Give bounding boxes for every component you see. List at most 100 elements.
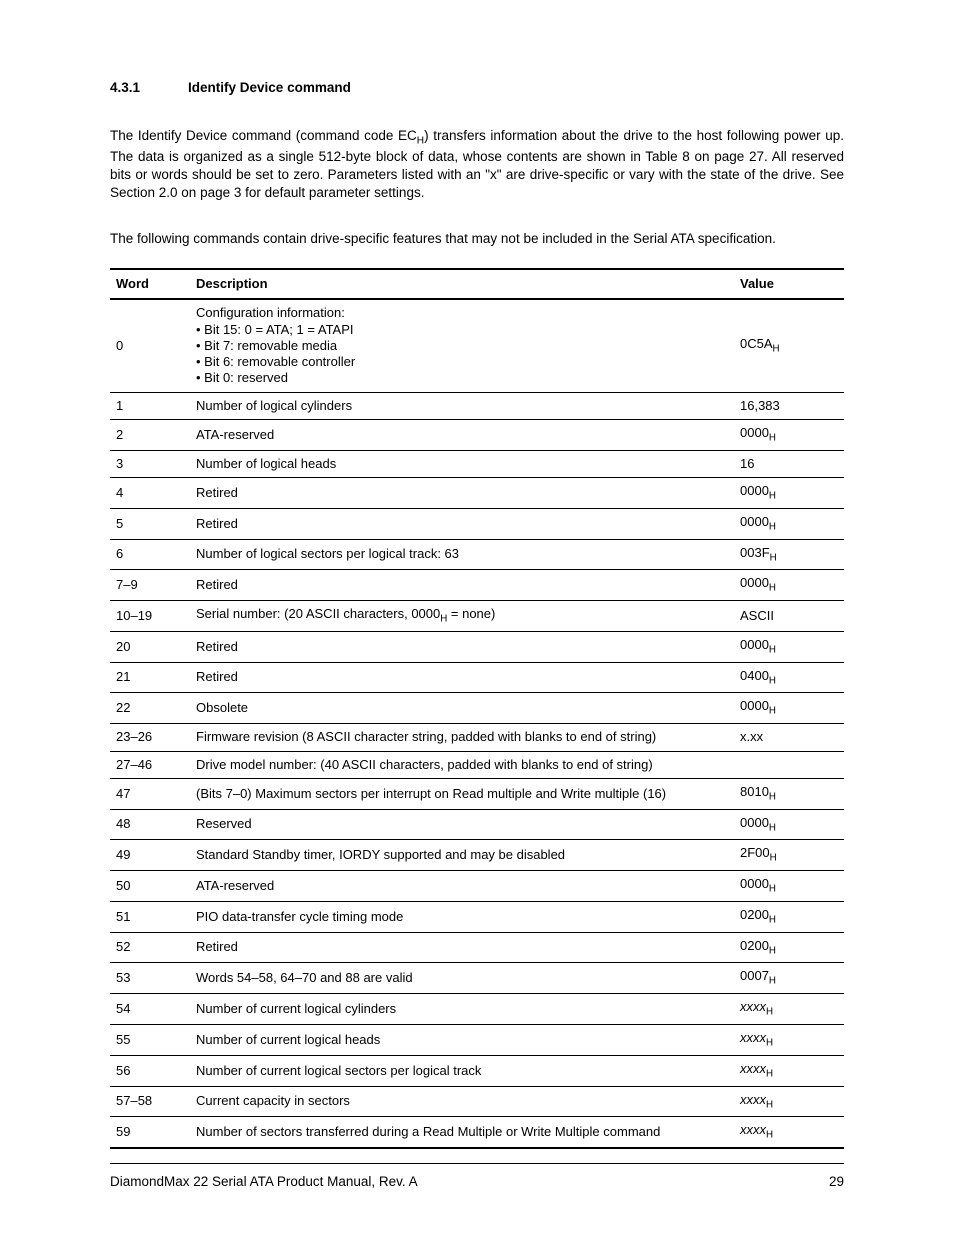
cell-value: 16,383 — [734, 392, 844, 419]
col-desc: Description — [190, 269, 734, 299]
cell-word: 54 — [110, 994, 190, 1025]
cell-value: 0000H — [734, 871, 844, 902]
cell-value: xxxxH — [734, 994, 844, 1025]
cell-value: xxxxH — [734, 1086, 844, 1117]
section-number: 4.3.1 — [110, 80, 140, 95]
cell-word: 59 — [110, 1117, 190, 1148]
page: 4.3.1 Identify Device command The Identi… — [0, 0, 954, 1235]
cell-value: xxxxH — [734, 1117, 844, 1148]
table-row: 22Obsolete0000H — [110, 693, 844, 724]
table-header-row: Word Description Value — [110, 269, 844, 299]
cell-description: Number of sectors transferred during a R… — [190, 1117, 734, 1148]
table-row: 6Number of logical sectors per logical t… — [110, 539, 844, 570]
cell-word: 5 — [110, 508, 190, 539]
cell-value: 0000H — [734, 570, 844, 601]
cell-value: 0000H — [734, 419, 844, 450]
cell-value: 0000H — [734, 478, 844, 509]
table-row: 5Retired0000H — [110, 508, 844, 539]
cell-word: 50 — [110, 871, 190, 902]
table-row: 48Reserved0000H — [110, 809, 844, 840]
table-row: 54Number of current logical cylindersxxx… — [110, 994, 844, 1025]
section-title: Identify Device command — [188, 80, 351, 95]
cell-description: Retired — [190, 631, 734, 662]
cell-description: Configuration information: • Bit 15: 0 =… — [190, 299, 734, 392]
cell-value: 0400H — [734, 662, 844, 693]
cell-value: 0000H — [734, 631, 844, 662]
cell-description: Number of logical heads — [190, 450, 734, 477]
cell-word: 48 — [110, 809, 190, 840]
cell-description: Serial number: (20 ASCII characters, 000… — [190, 601, 734, 632]
cell-value: 003FH — [734, 539, 844, 570]
table-row: 27–46Drive model number: (40 ASCII chara… — [110, 751, 844, 778]
cell-word: 52 — [110, 932, 190, 963]
cell-description: Reserved — [190, 809, 734, 840]
cell-word: 57–58 — [110, 1086, 190, 1117]
cell-description: ATA-reserved — [190, 419, 734, 450]
table-row: 56Number of current logical sectors per … — [110, 1055, 844, 1086]
cell-value: x.xx — [734, 724, 844, 751]
cell-word: 23–26 — [110, 724, 190, 751]
cell-description: Current capacity in sectors — [190, 1086, 734, 1117]
paragraph-2: The following commands contain drive-spe… — [110, 230, 844, 248]
cell-word: 47 — [110, 778, 190, 809]
cell-word: 21 — [110, 662, 190, 693]
cell-description: Retired — [190, 508, 734, 539]
cell-word: 6 — [110, 539, 190, 570]
cell-description: Retired — [190, 662, 734, 693]
footer-right: 29 — [829, 1174, 844, 1189]
cell-description: Number of logical cylinders — [190, 392, 734, 419]
cell-word: 49 — [110, 840, 190, 871]
table-row: 57–58Current capacity in sectorsxxxxH — [110, 1086, 844, 1117]
table-row: 10–19Serial number: (20 ASCII characters… — [110, 601, 844, 632]
cell-word: 51 — [110, 901, 190, 932]
cell-description: PIO data-transfer cycle timing mode — [190, 901, 734, 932]
cell-description: Retired — [190, 932, 734, 963]
cell-value: 8010H — [734, 778, 844, 809]
cell-description: Firmware revision (8 ASCII character str… — [190, 724, 734, 751]
cell-description: Number of current logical heads — [190, 1025, 734, 1056]
cell-value — [734, 751, 844, 778]
table-row: 52Retired0200H — [110, 932, 844, 963]
section-heading: 4.3.1 Identify Device command — [110, 80, 844, 95]
cell-value: ASCII — [734, 601, 844, 632]
cell-description: Obsolete — [190, 693, 734, 724]
cell-description: Retired — [190, 478, 734, 509]
cell-word: 1 — [110, 392, 190, 419]
col-word: Word — [110, 269, 190, 299]
footer-left: DiamondMax 22 Serial ATA Product Manual,… — [110, 1174, 418, 1189]
page-footer: DiamondMax 22 Serial ATA Product Manual,… — [110, 1163, 844, 1189]
col-value: Value — [734, 269, 844, 299]
table-row: 20Retired0000H — [110, 631, 844, 662]
cell-value: 16 — [734, 450, 844, 477]
table-row: 51PIO data-transfer cycle timing mode020… — [110, 901, 844, 932]
cell-value: 0200H — [734, 932, 844, 963]
cell-description: Words 54–58, 64–70 and 88 are valid — [190, 963, 734, 994]
table-row: 1Number of logical cylinders16,383 — [110, 392, 844, 419]
table-row: 47(Bits 7–0) Maximum sectors per interru… — [110, 778, 844, 809]
paragraph-1: The Identify Device command (command cod… — [110, 127, 844, 203]
cell-description: Number of current logical cylinders — [190, 994, 734, 1025]
cell-value: 0000H — [734, 508, 844, 539]
subscript-h: H — [417, 135, 424, 146]
cell-word: 20 — [110, 631, 190, 662]
table-row: 2ATA-reserved0000H — [110, 419, 844, 450]
table-row: 23–26Firmware revision (8 ASCII characte… — [110, 724, 844, 751]
table-row: 4Retired0000H — [110, 478, 844, 509]
table-row: 50ATA-reserved0000H — [110, 871, 844, 902]
cell-description: Standard Standby timer, IORDY supported … — [190, 840, 734, 871]
table-row: 49Standard Standby timer, IORDY supporte… — [110, 840, 844, 871]
cell-value: xxxxH — [734, 1025, 844, 1056]
table-row: 59Number of sectors transferred during a… — [110, 1117, 844, 1148]
table-row: 21Retired0400H — [110, 662, 844, 693]
cell-word: 53 — [110, 963, 190, 994]
cell-word: 4 — [110, 478, 190, 509]
table-row: 53Words 54–58, 64–70 and 88 are valid000… — [110, 963, 844, 994]
cell-value: 0007H — [734, 963, 844, 994]
table-row: 0Configuration information: • Bit 15: 0 … — [110, 299, 844, 392]
cell-value: 0000H — [734, 693, 844, 724]
cell-value: xxxxH — [734, 1055, 844, 1086]
cell-word: 22 — [110, 693, 190, 724]
cell-description: Retired — [190, 570, 734, 601]
cell-word: 55 — [110, 1025, 190, 1056]
cell-description: (Bits 7–0) Maximum sectors per interrupt… — [190, 778, 734, 809]
